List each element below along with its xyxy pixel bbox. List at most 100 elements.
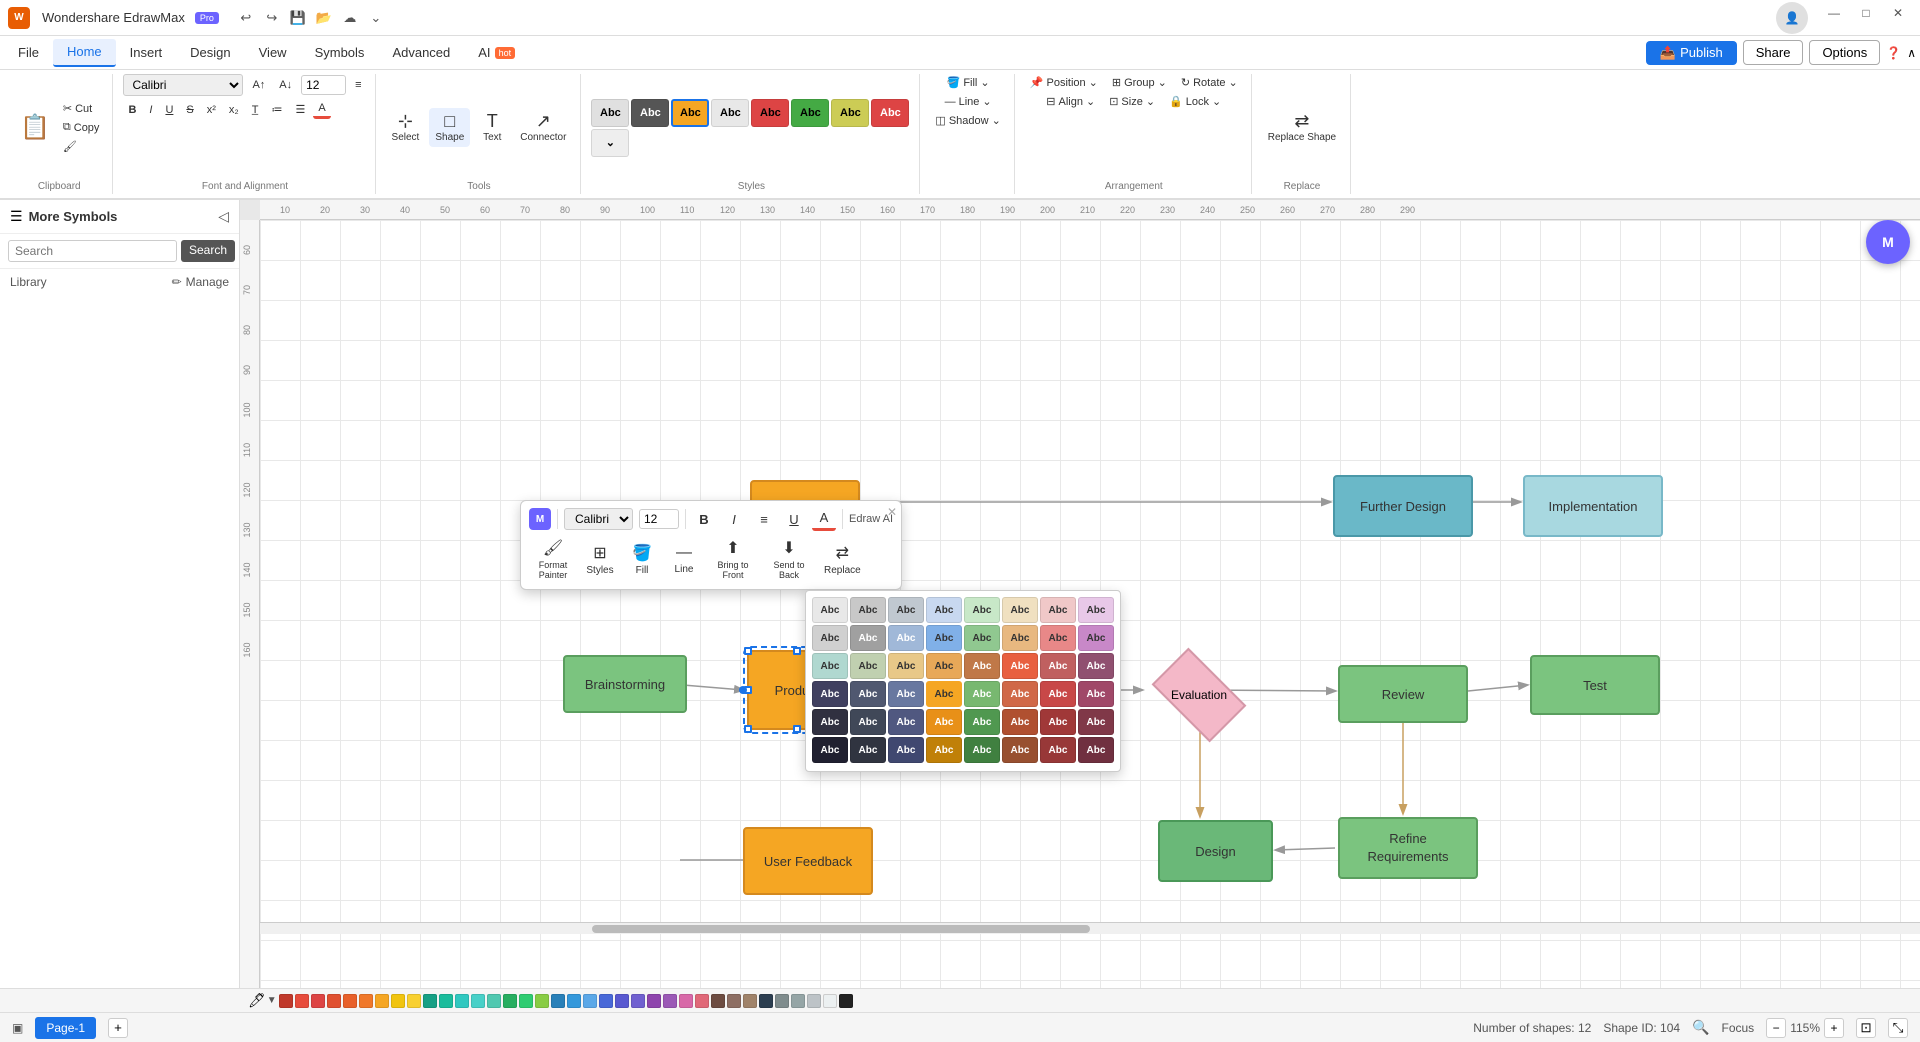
numbered-list-btn[interactable]: ☰	[290, 101, 310, 118]
sp-4-7[interactable]: Abc	[1040, 681, 1076, 707]
color-blue[interactable]	[567, 994, 581, 1008]
sp-5-4[interactable]: Abc	[926, 709, 962, 735]
sp-6-5[interactable]: Abc	[964, 737, 1000, 763]
color-blue-dark[interactable]	[551, 994, 565, 1008]
connection-left[interactable]	[739, 686, 747, 694]
sp-1-3[interactable]: Abc	[888, 597, 924, 623]
sp-5-6[interactable]: Abc	[1002, 709, 1038, 735]
sp-5-5[interactable]: Abc	[964, 709, 1000, 735]
sp-6-4[interactable]: Abc	[926, 737, 962, 763]
color-blue2[interactable]	[583, 994, 597, 1008]
focus-label[interactable]: Focus	[1722, 1021, 1755, 1035]
sp-2-5[interactable]: Abc	[964, 625, 1000, 651]
color-green2[interactable]	[519, 994, 533, 1008]
size-btn[interactable]: ⊡ Size ⌄	[1104, 93, 1160, 110]
color-orange[interactable]	[343, 994, 357, 1008]
swatch-4[interactable]: Abc	[711, 99, 749, 127]
shape-further-design[interactable]: Further Design	[1333, 475, 1473, 537]
ai-floating-btn[interactable]: M	[1866, 220, 1910, 264]
sp-3-1[interactable]: Abc	[812, 653, 848, 679]
sp-3-2[interactable]: Abc	[850, 653, 886, 679]
swatch-3[interactable]: Abc	[671, 99, 709, 127]
color-cyan[interactable]	[455, 994, 469, 1008]
maximize-btn[interactable]: □	[1852, 2, 1880, 24]
color-cyan2[interactable]	[471, 994, 485, 1008]
fullscreen-btn[interactable]: ⤡	[1888, 1018, 1908, 1038]
bold-btn[interactable]: B	[123, 102, 141, 118]
color-black[interactable]	[839, 994, 853, 1008]
sp-5-3[interactable]: Abc	[888, 709, 924, 735]
underline-btn[interactable]: U	[160, 102, 178, 118]
ribbon-toggle-btn[interactable]: ∧	[1907, 46, 1916, 60]
shadow-btn[interactable]: ◫ Shadow ⌄	[930, 112, 1005, 129]
swatch-6[interactable]: Abc	[791, 99, 829, 127]
color-tan[interactable]	[743, 994, 757, 1008]
strikethrough-btn[interactable]: S	[181, 102, 198, 118]
search-input[interactable]	[8, 240, 177, 262]
swatch-8[interactable]: Abc	[871, 99, 909, 127]
save-btn[interactable]: 💾	[287, 7, 309, 29]
undo-btn[interactable]: ↩	[235, 7, 257, 29]
share-btn[interactable]: Share	[1743, 40, 1804, 65]
ft-fill-btn[interactable]: 🪣 Fill	[623, 540, 661, 579]
shape-implementation[interactable]: Implementation	[1523, 475, 1663, 537]
color-red-dark[interactable]	[279, 994, 293, 1008]
publish-btn[interactable]: 📤 Publish	[1646, 41, 1737, 65]
swatch-5[interactable]: Abc	[751, 99, 789, 127]
sp-6-6[interactable]: Abc	[1002, 737, 1038, 763]
replace-shape-btn[interactable]: ⇄ Replace Shape	[1262, 108, 1342, 147]
close-btn[interactable]: ✕	[1884, 2, 1912, 24]
subscript-btn[interactable]: x₂	[224, 102, 244, 118]
select-btn[interactable]: ⊹ Select	[386, 108, 426, 147]
lock-btn[interactable]: 🔒 Lock ⌄	[1164, 93, 1226, 110]
cut-btn[interactable]: ✂ Cut	[58, 100, 105, 117]
connector-btn[interactable]: ↗ Connector	[514, 108, 572, 147]
sp-4-4[interactable]: Abc	[926, 681, 962, 707]
font-family-select[interactable]: Calibri	[123, 74, 243, 96]
font-shrink-btn[interactable]: A↓	[274, 77, 297, 93]
sp-3-7[interactable]: Abc	[1040, 653, 1076, 679]
align-btn[interactable]: ≡	[350, 77, 366, 93]
italic-btn[interactable]: I	[144, 102, 157, 118]
sp-4-8[interactable]: Abc	[1078, 681, 1114, 707]
minimize-btn[interactable]: —	[1820, 2, 1848, 24]
ft-send-back-btn[interactable]: ⬇ Send to Back	[763, 535, 815, 583]
sp-6-2[interactable]: Abc	[850, 737, 886, 763]
menu-home[interactable]: Home	[53, 39, 116, 67]
menu-insert[interactable]: Insert	[116, 39, 177, 67]
color-indigo2[interactable]	[615, 994, 629, 1008]
sp-2-1[interactable]: Abc	[812, 625, 848, 651]
handle-bm[interactable]	[793, 725, 801, 733]
sp-2-2[interactable]: Abc	[850, 625, 886, 651]
sp-3-3[interactable]: Abc	[888, 653, 924, 679]
shape-user-feedback[interactable]: User Feedback	[743, 827, 873, 895]
position-btn[interactable]: 📌 Position ⌄	[1025, 74, 1103, 91]
handle-tm[interactable]	[793, 647, 801, 655]
align-group-btn[interactable]: ⊟ Align ⌄	[1041, 93, 1100, 110]
sp-5-2[interactable]: Abc	[850, 709, 886, 735]
sp-4-5[interactable]: Abc	[964, 681, 1000, 707]
color-violet[interactable]	[631, 994, 645, 1008]
color-purple[interactable]	[647, 994, 661, 1008]
sp-3-5[interactable]: Abc	[964, 653, 1000, 679]
sp-1-2[interactable]: Abc	[850, 597, 886, 623]
swatch-2[interactable]: Abc	[631, 99, 669, 127]
copy-btn[interactable]: ⧉ Copy	[58, 119, 105, 136]
sp-6-3[interactable]: Abc	[888, 737, 924, 763]
superscript-btn[interactable]: x²	[202, 102, 221, 118]
sp-6-1[interactable]: Abc	[812, 737, 848, 763]
shape-review[interactable]: Review	[1338, 665, 1468, 723]
sp-3-4[interactable]: Abc	[926, 653, 962, 679]
ft-italic-btn[interactable]: I	[722, 507, 746, 531]
color-lime[interactable]	[535, 994, 549, 1008]
color-yellow[interactable]	[391, 994, 405, 1008]
color-white[interactable]	[823, 994, 837, 1008]
swatch-more[interactable]: ⌄	[591, 129, 629, 157]
ft-font-color-btn[interactable]: A	[812, 507, 836, 531]
help-btn[interactable]: ❓	[1886, 46, 1901, 60]
sp-1-1[interactable]: Abc	[812, 597, 848, 623]
fit-page-btn[interactable]: ⊡	[1856, 1018, 1876, 1038]
user-avatar[interactable]: 👤	[1776, 2, 1808, 34]
sp-1-6[interactable]: Abc	[1002, 597, 1038, 623]
color-gray-dark[interactable]	[759, 994, 773, 1008]
